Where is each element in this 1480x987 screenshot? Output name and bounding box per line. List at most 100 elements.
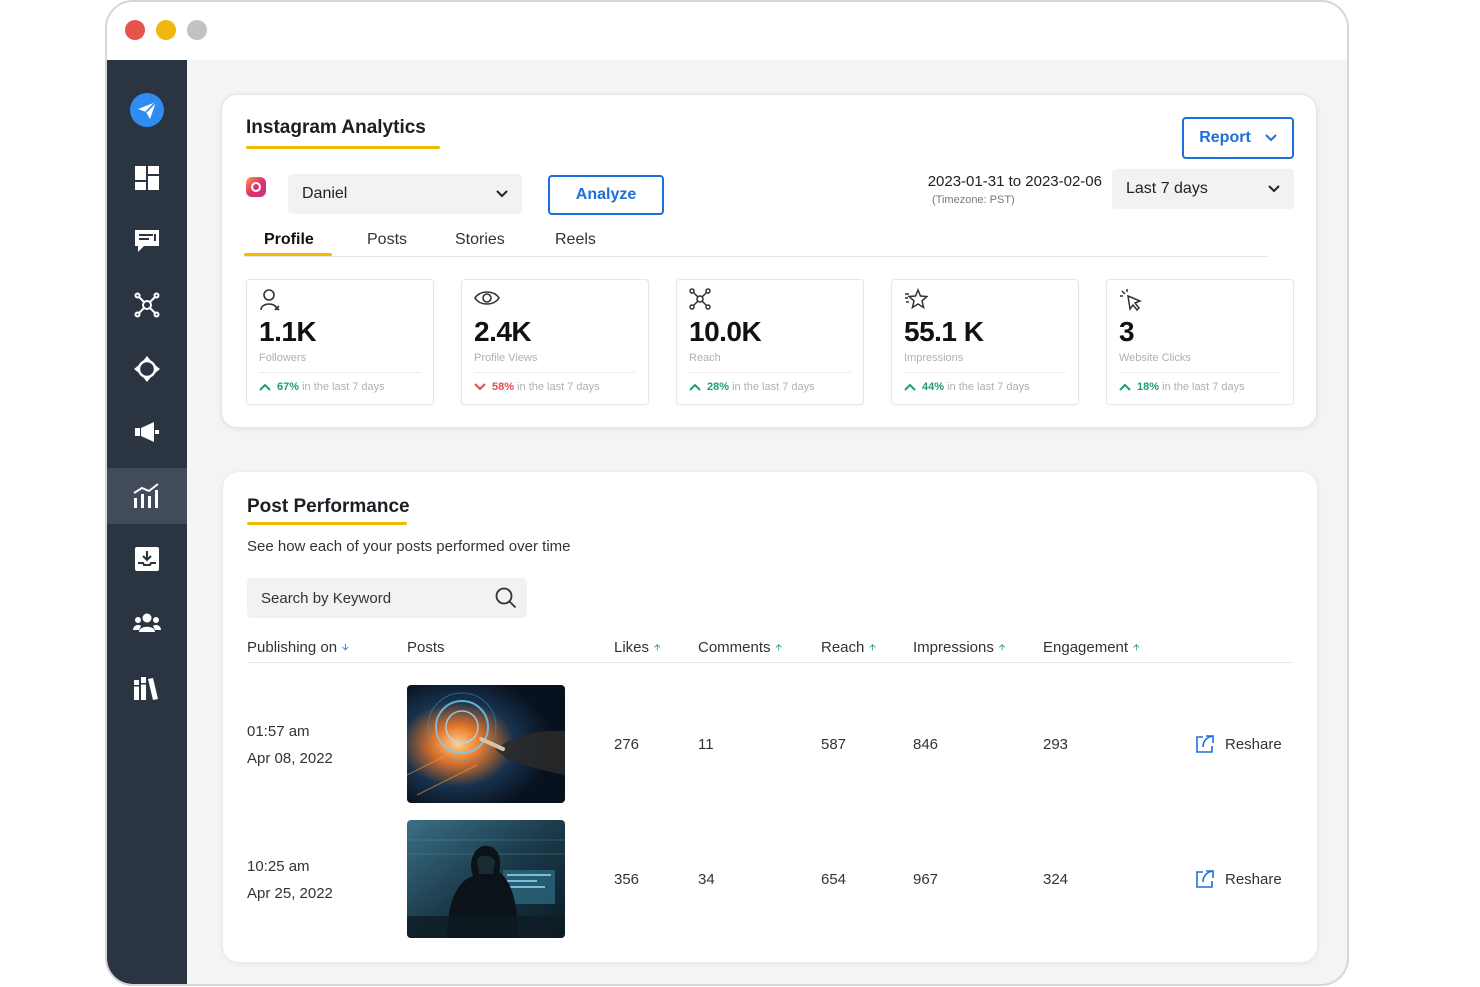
- metric-card-website-clicks: 3 Website Clicks 18% in the last 7 days: [1106, 279, 1294, 405]
- network-icon: [134, 292, 160, 318]
- metric-change-percent: 28%: [707, 381, 730, 393]
- metric-change-suffix: in the last 7 days: [947, 381, 1030, 393]
- column-header-impressions[interactable]: Impressions 🡩: [913, 639, 1005, 656]
- reach-icon: [689, 288, 711, 310]
- metric-change-suffix: in the last 7 days: [302, 381, 385, 393]
- post-image-hacker: [407, 820, 565, 938]
- post-performance-card: Post Performance See how each of your po…: [223, 472, 1317, 962]
- column-header-publishing-on[interactable]: Publishing on 🡫: [247, 639, 349, 656]
- app-window: Instagram Analytics Report Daniel Analyz…: [105, 0, 1349, 986]
- column-header-label: Likes: [614, 639, 650, 656]
- column-header-label: Reach: [821, 639, 865, 656]
- table-row: 10:25 am Apr 25, 2022 356 34 654 967 324…: [223, 820, 1317, 940]
- metric-change-percent: 58%: [492, 381, 515, 393]
- keyword-search-input[interactable]: Search by Keyword: [247, 578, 527, 618]
- chevron-up-icon: [259, 383, 271, 391]
- sidebar-item-team[interactable]: [107, 595, 187, 651]
- period-select[interactable]: Last 7 days: [1112, 169, 1294, 209]
- metric-change-percent: 18%: [1137, 381, 1160, 393]
- column-header-engagement[interactable]: Engagement 🡩: [1043, 639, 1140, 656]
- column-header-reach[interactable]: Reach 🡩: [821, 639, 876, 656]
- users-icon: [133, 613, 161, 632]
- sort-up-icon: 🡩: [1133, 641, 1140, 652]
- column-header-label: Impressions: [913, 639, 994, 656]
- sidebar-item-downloads[interactable]: [107, 531, 187, 587]
- metric-change: 18% in the last 7 days: [1119, 381, 1245, 393]
- reshare-label: Reshare: [1225, 870, 1282, 888]
- metric-value: 10.0K: [689, 316, 762, 347]
- metric-label: Followers: [259, 352, 307, 364]
- post-thumbnail[interactable]: [407, 820, 565, 938]
- report-dropdown-button[interactable]: Report: [1182, 117, 1294, 159]
- sidebar-item-dashboard[interactable]: [107, 150, 187, 206]
- sort-down-icon: 🡫: [342, 641, 349, 652]
- title-bar: [107, 2, 1347, 60]
- sidebar-item-connections[interactable]: [107, 341, 187, 397]
- close-window-button[interactable]: [125, 20, 145, 40]
- period-select-value: Last 7 days: [1126, 180, 1208, 197]
- performance-subtitle: See how each of your posts performed ove…: [247, 538, 571, 555]
- chevron-down-icon: [1268, 185, 1280, 193]
- table-row: 01:57 am Apr 08, 2022 276 11 587 846 293…: [223, 685, 1317, 805]
- chevron-up-icon: [689, 383, 701, 391]
- chevron-up-icon: [904, 383, 916, 391]
- timezone-label: (Timezone: PST): [932, 194, 1015, 206]
- cursor-click-icon: [1120, 289, 1142, 312]
- column-header-likes[interactable]: Likes 🡩: [614, 639, 661, 656]
- sidebar-item-campaigns[interactable]: [107, 404, 187, 460]
- tab-posts[interactable]: Posts: [367, 231, 407, 257]
- tab-reels[interactable]: Reels: [555, 231, 596, 257]
- post-thumbnail[interactable]: [407, 685, 565, 803]
- column-header-label: Posts: [407, 639, 445, 656]
- active-tab-indicator: [244, 253, 332, 256]
- metric-value: 3: [1119, 316, 1135, 347]
- metric-label: Reach: [689, 352, 721, 364]
- metric-divider: [904, 372, 1066, 373]
- column-header-label: Publishing on: [247, 639, 338, 656]
- metric-change: 28% in the last 7 days: [689, 381, 815, 393]
- chevron-down-icon: [1265, 134, 1277, 142]
- metric-change-suffix: in the last 7 days: [732, 381, 815, 393]
- metric-change-percent: 67%: [277, 381, 300, 393]
- title-underline: [246, 146, 440, 149]
- tab-stories[interactable]: Stories: [455, 231, 505, 257]
- metric-change-suffix: in the last 7 days: [517, 381, 600, 393]
- reshare-label: Reshare: [1225, 735, 1282, 753]
- reshare-button[interactable]: Reshare: [1195, 734, 1282, 754]
- report-label: Report: [1199, 129, 1251, 146]
- column-header-comments[interactable]: Comments 🡩: [698, 639, 782, 656]
- user-icon: [260, 289, 280, 311]
- post-impressions: 846: [913, 736, 939, 753]
- post-reach: 587: [821, 736, 847, 753]
- analyze-button[interactable]: Analyze: [548, 175, 664, 215]
- title-underline: [247, 522, 407, 525]
- chevron-up-icon: [1119, 383, 1131, 391]
- post-time: 10:25 am: [247, 858, 310, 875]
- minimize-window-button[interactable]: [156, 20, 176, 40]
- sidebar-item-network[interactable]: [107, 277, 187, 333]
- metric-divider: [1119, 372, 1281, 373]
- sidebar-item-library[interactable]: [107, 660, 187, 716]
- reshare-button[interactable]: Reshare: [1195, 869, 1282, 889]
- dashboard-icon: [135, 166, 159, 190]
- post-impressions: 967: [913, 871, 939, 888]
- metric-card-followers: 1.1K Followers 67% in the last 7 days: [246, 279, 434, 405]
- search-icon[interactable]: [495, 587, 517, 609]
- sidebar-item-messages[interactable]: [107, 213, 187, 269]
- metric-card-reach: 10.0K Reach 28% in the last 7 days: [676, 279, 864, 405]
- instagram-analytics-card: Instagram Analytics Report Daniel Analyz…: [221, 94, 1317, 428]
- inbox-download-icon: [135, 547, 159, 571]
- sidebar-item-analytics[interactable]: [107, 468, 187, 524]
- metric-value: 55.1 K: [904, 316, 984, 347]
- metric-card-profile-views: 2.4K Profile Views 58% in the last 7 day…: [461, 279, 649, 405]
- maximize-window-button[interactable]: [187, 20, 207, 40]
- account-select[interactable]: Daniel: [288, 174, 522, 214]
- column-header-label: Engagement: [1043, 639, 1129, 656]
- metric-divider: [689, 372, 851, 373]
- post-image-tech: [407, 685, 565, 803]
- sidebar-item-compose[interactable]: [107, 82, 187, 138]
- post-likes: 276: [614, 736, 640, 753]
- metric-label: Impressions: [904, 352, 964, 364]
- share-icon: [1196, 870, 1214, 888]
- account-select-value: Daniel: [302, 185, 348, 202]
